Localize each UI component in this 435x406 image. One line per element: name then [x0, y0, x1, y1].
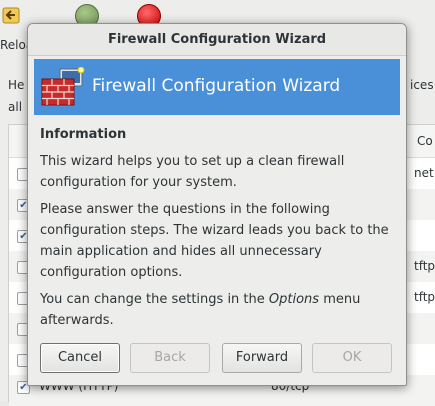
cancel-button[interactable]: Cancel	[40, 343, 120, 373]
dialog-titlebar[interactable]: Firewall Configuration Wizard	[28, 24, 406, 56]
services-text: ices	[410, 78, 434, 92]
options-text-before: You can change the settings in the	[40, 292, 269, 307]
port-cell: tftp	[414, 290, 435, 304]
reload-icon	[2, 7, 20, 24]
options-paragraph: You can change the settings in the Optio…	[40, 289, 396, 331]
column-header[interactable]: Co	[417, 134, 433, 148]
banner-title: Firewall Configuration Wizard	[92, 76, 341, 96]
help-text-2: all	[8, 100, 23, 114]
ok-button[interactable]: OK	[312, 343, 392, 373]
instructions-paragraph: Please answer the questions in the follo…	[40, 202, 389, 280]
dialog-button-row: Cancel Back Forward OK	[38, 343, 398, 373]
port-cell: tftp	[414, 259, 435, 273]
firewall-brick-icon	[41, 67, 85, 106]
dialog-window-title: Firewall Configuration Wizard	[107, 32, 327, 47]
wizard-content: Information This wizard helps you to set…	[40, 124, 396, 337]
options-menu-name: Options	[268, 292, 320, 307]
help-text: He	[8, 78, 25, 92]
section-heading: Information	[40, 127, 127, 142]
intro-paragraph: This wizard helps you to set up a clean …	[40, 154, 345, 190]
firewall-wizard-dialog: Firewall Configuration Wizard Firewall C…	[27, 23, 407, 386]
wizard-banner: Firewall Configuration Wizard	[34, 59, 400, 115]
port-cell: net	[414, 166, 434, 180]
back-button[interactable]: Back	[130, 343, 210, 373]
forward-button[interactable]: Forward	[222, 343, 302, 373]
